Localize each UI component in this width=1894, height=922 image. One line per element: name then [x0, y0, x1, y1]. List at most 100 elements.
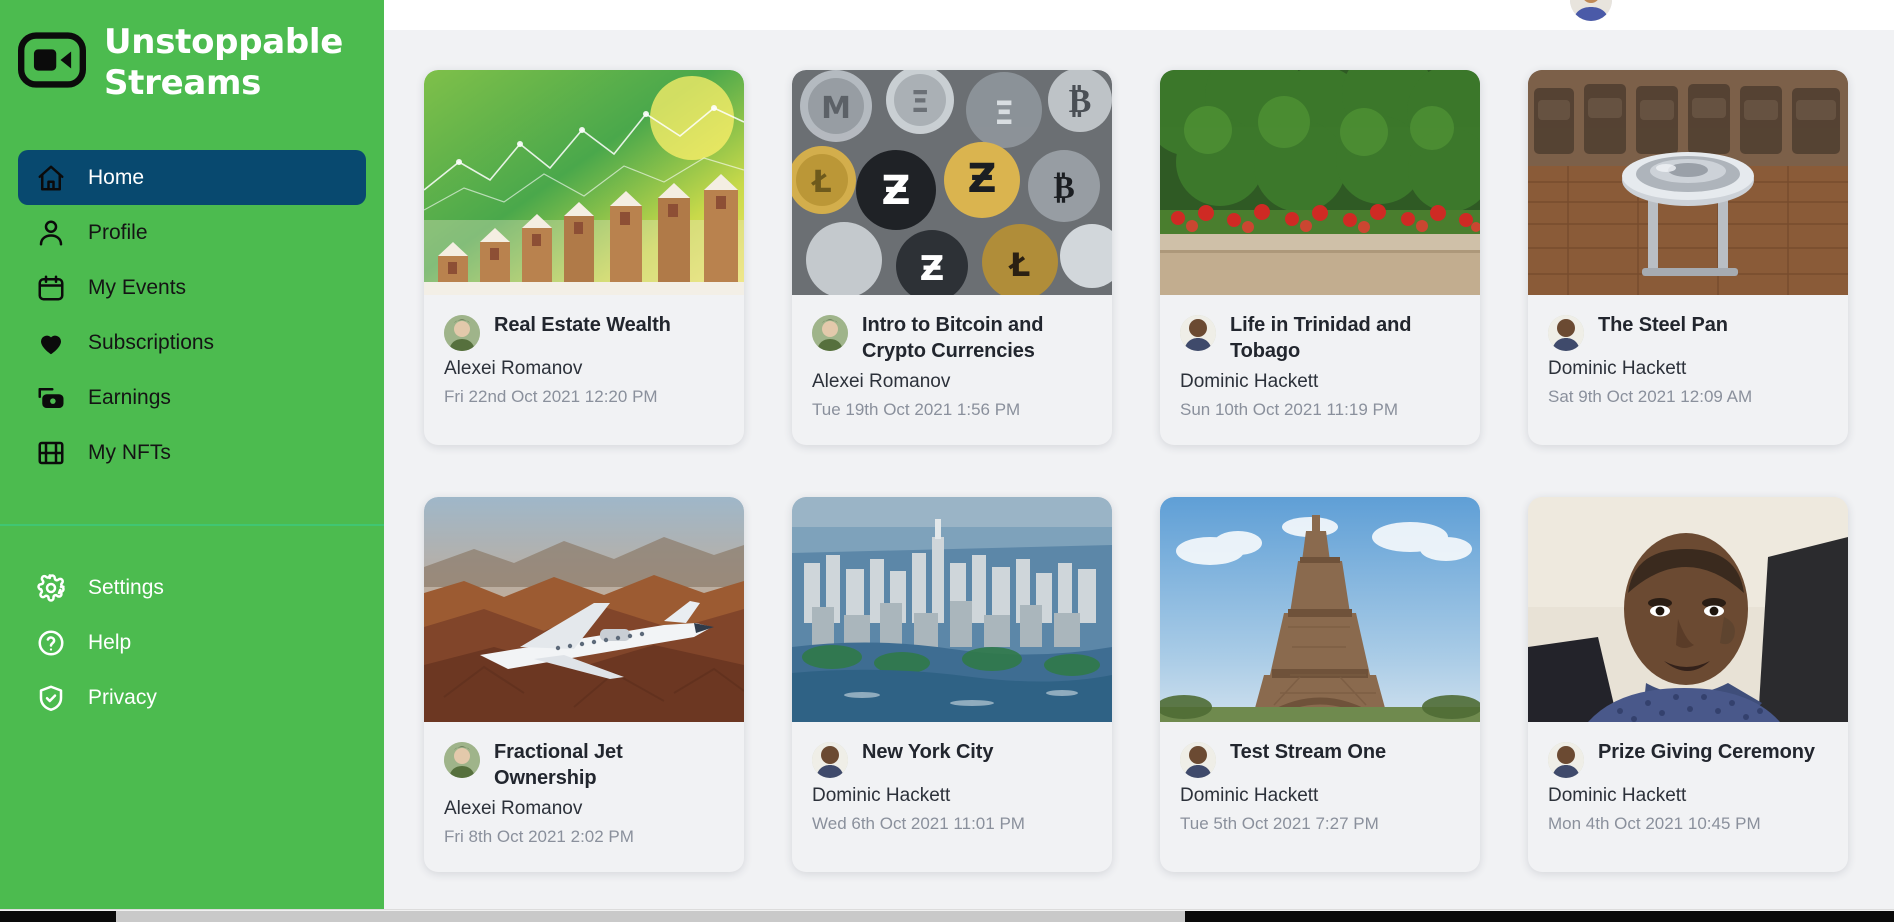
sidebar-item-help[interactable]: Help: [18, 615, 366, 670]
svg-text:Ξ: Ξ: [911, 85, 930, 120]
card-author: Dominic Hackett: [1180, 784, 1319, 806]
card-header: Prize Giving Ceremony: [1548, 740, 1828, 778]
sidebar-item-label: Earnings: [88, 385, 171, 409]
card-body: Intro to Bitcoin and Crypto Currencies A…: [792, 295, 1112, 445]
stream-card[interactable]: Life in Trinidad and Tobago Dominic Hack…: [1160, 70, 1480, 445]
author-avatar: [1180, 741, 1216, 778]
stream-card[interactable]: Test Stream One Dominic Hackett Tue 5th …: [1160, 496, 1480, 872]
author-avatar: [1548, 315, 1584, 351]
sidebar-bottom-spacer: [0, 725, 384, 922]
svg-text:M: M: [821, 91, 851, 126]
sidebar-item-earnings[interactable]: Earnings: [18, 370, 366, 425]
svg-text:Ƶ: Ƶ: [920, 249, 945, 289]
author-avatar: [1548, 741, 1584, 778]
card-date: Tue 19th Oct 2021 1:56 PM: [812, 399, 1021, 419]
stream-card[interactable]: Ƶ Ł Ƶ Ƶ ₿ Ł ₿ M Ξ Ξ Intro to Bitcoin and…: [792, 70, 1112, 445]
card-title: Intro to Bitcoin and Crypto Currencies: [862, 314, 1044, 362]
sidebar-item-privacy[interactable]: Privacy: [18, 670, 366, 725]
card-author: Dominic Hackett: [1180, 371, 1319, 393]
card-header: The Steel Pan: [1548, 313, 1828, 351]
scrollbar-track[interactable]: [116, 911, 1185, 922]
horizontal-scrollbar[interactable]: [0, 909, 1894, 922]
scrollbar-thumb[interactable]: [0, 911, 116, 922]
stream-card[interactable]: The Steel Pan Dominic Hackett Sat 9th Oc…: [1528, 70, 1848, 445]
author-avatar: [812, 741, 848, 778]
sidebar: Unstoppable Streams Home Profile My Even…: [0, 0, 384, 922]
crypto-coins-thumbnail: Ƶ Ł Ƶ Ƶ ₿ Ł ₿ M Ξ Ξ: [792, 70, 1112, 295]
sidebar-item-my-events[interactable]: My Events: [18, 260, 366, 315]
card-header: Real Estate Wealth: [444, 313, 724, 351]
author-avatar: [444, 741, 480, 778]
heart-icon: [36, 328, 66, 358]
scrollbar-track-right[interactable]: [1185, 911, 1894, 922]
sidebar-divider: [0, 524, 384, 526]
card-date: Mon 4th Oct 2021 10:45 PM: [1548, 813, 1761, 833]
sidebar-item-subscriptions[interactable]: Subscriptions: [18, 315, 366, 370]
card-author: Dominic Hackett: [1548, 784, 1687, 806]
card-date: Fri 22nd Oct 2021 12:20 PM: [444, 386, 658, 406]
svg-text:Ƶ: Ƶ: [881, 168, 910, 214]
topbar: [384, 0, 1894, 30]
card-title: Life in Trinidad and Tobago: [1230, 314, 1412, 362]
real-estate-coins-chart-thumbnail: [424, 70, 744, 295]
card-body: New York City Dominic Hackett Wed 6th Oc…: [792, 722, 1112, 859]
sidebar-item-label: My Events: [88, 275, 187, 299]
svg-text:Ξ: Ξ: [994, 94, 1014, 132]
sidebar-item-settings[interactable]: Settings: [18, 560, 366, 615]
card-body: Test Stream One Dominic Hackett Tue 5th …: [1160, 722, 1480, 859]
brand[interactable]: Unstoppable Streams: [0, 0, 384, 150]
card-author: Alexei Romanov: [444, 798, 583, 820]
money-camera-icon: [36, 383, 66, 413]
sidebar-item-label: Profile: [88, 220, 148, 244]
steel-pan-drum-thumbnail: [1528, 70, 1848, 295]
card-header: Life in Trinidad and Tobago: [1180, 313, 1460, 364]
card-header: New York City: [812, 740, 1092, 778]
stream-card[interactable]: Fractional Jet Ownership Alexei Romanov …: [424, 496, 744, 872]
card-header: Test Stream One: [1180, 740, 1460, 778]
card-title: The Steel Pan: [1598, 314, 1728, 336]
app-root: Unstoppable Streams Home Profile My Even…: [0, 0, 1894, 922]
card-date: Sat 9th Oct 2021 12:09 AM: [1548, 386, 1753, 406]
eiffel-tower-thumbnail: [1160, 496, 1480, 722]
card-body: Fractional Jet Ownership Alexei Romanov …: [424, 722, 744, 872]
card-title: Real Estate Wealth: [494, 314, 671, 336]
stream-card[interactable]: New York City Dominic Hackett Wed 6th Oc…: [792, 496, 1112, 872]
card-date: Sun 10th Oct 2021 11:19 PM: [1180, 399, 1398, 419]
card-title: Fractional Jet Ownership: [494, 740, 623, 789]
card-author: Dominic Hackett: [1548, 358, 1687, 379]
card-date: Tue 5th Oct 2021 7:27 PM: [1180, 813, 1379, 833]
sidebar-item-label: Subscriptions: [88, 330, 215, 354]
brand-title-line1: Unstoppable: [104, 22, 344, 62]
card-author: Alexei Romanov: [812, 371, 951, 393]
card-date: Fri 8th Oct 2021 2:02 PM: [444, 826, 634, 846]
card-date: Wed 6th Oct 2021 11:01 PM: [812, 813, 1025, 833]
man-portrait-thumbnail: [1528, 496, 1848, 722]
stream-card[interactable]: Prize Giving Ceremony Dominic Hackett Mo…: [1528, 496, 1848, 872]
gear-icon: [36, 573, 66, 603]
card-body: The Steel Pan Dominic Hackett Sat 9th Oc…: [1528, 295, 1848, 432]
stream-card[interactable]: Real Estate Wealth Alexei Romanov Fri 22…: [424, 70, 744, 445]
stream-card-grid: Real Estate Wealth Alexei Romanov Fri 22…: [424, 70, 1894, 872]
shield-check-icon: [36, 683, 66, 713]
card-author: Dominic Hackett: [812, 784, 951, 806]
user-avatar[interactable]: [1570, 0, 1612, 21]
sidebar-item-home[interactable]: Home: [18, 150, 366, 205]
person-icon: [36, 218, 66, 248]
home-icon: [36, 163, 66, 193]
card-author: Alexei Romanov: [444, 358, 583, 379]
svg-text:Ł: Ł: [1008, 246, 1031, 284]
secondary-nav: Settings Help Privacy: [0, 526, 384, 725]
main-content: Real Estate Wealth Alexei Romanov Fri 22…: [384, 0, 1894, 922]
question-circle-icon: [36, 628, 66, 658]
sidebar-item-label: Home: [88, 165, 145, 189]
card-title: Prize Giving Ceremony: [1598, 740, 1815, 763]
svg-text:₿: ₿: [1069, 81, 1092, 121]
brand-title: Unstoppable Streams: [104, 22, 343, 105]
author-avatar: [1180, 315, 1216, 351]
sidebar-item-profile[interactable]: Profile: [18, 205, 366, 260]
sidebar-item-my-nfts[interactable]: My NFTs: [18, 425, 366, 480]
card-title: New York City: [862, 740, 994, 763]
card-title: Test Stream One: [1230, 740, 1386, 763]
video-camera-icon: [18, 26, 86, 94]
